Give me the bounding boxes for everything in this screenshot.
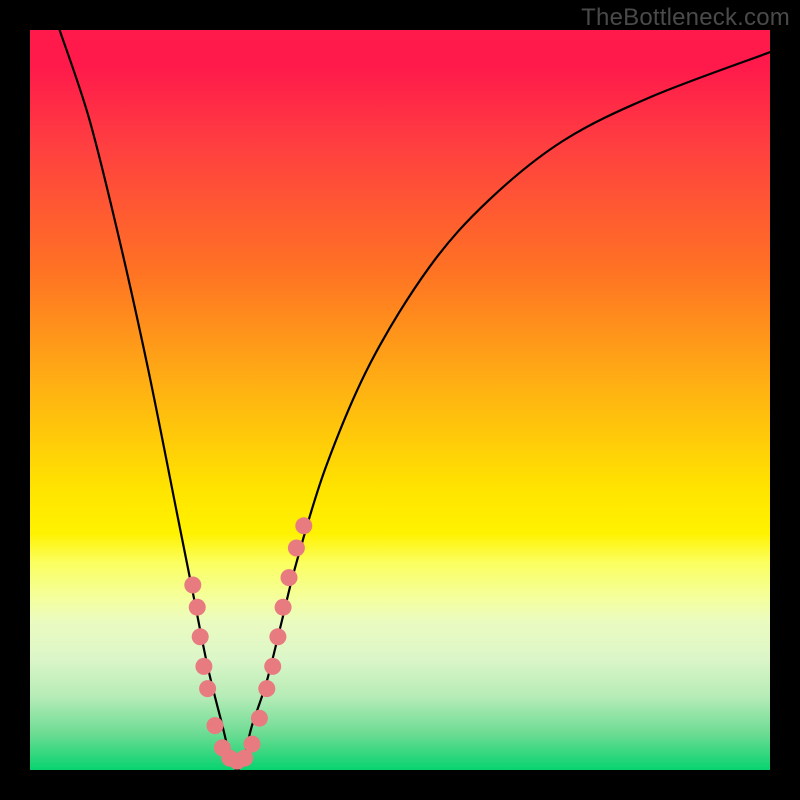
beads-cluster [184, 517, 312, 769]
chart-frame: TheBottleneck.com [0, 0, 800, 800]
curve-layer [30, 30, 770, 770]
plot-area [30, 30, 770, 770]
bottleneck-curve [60, 30, 770, 770]
watermark-text: TheBottleneck.com [581, 4, 790, 32]
